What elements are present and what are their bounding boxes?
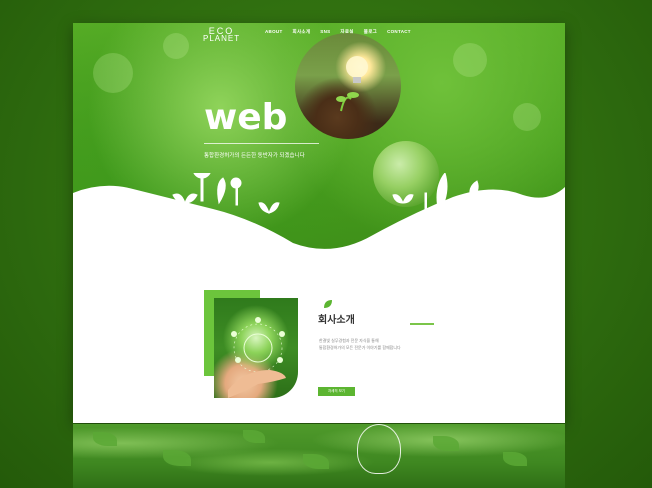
bokeh-light	[163, 33, 189, 59]
logo-line2: PLANET	[203, 34, 241, 43]
leaf-decoration	[503, 452, 527, 466]
bokeh-light	[513, 103, 541, 131]
nav-item-sns[interactable]: SNS	[320, 29, 330, 35]
leaf-decoration	[303, 454, 329, 469]
about-text-line1: 한결빛 실무경험과 전문 자식을 통해	[319, 338, 379, 343]
hero-section: ECO PLANET ABOUT 회사소개 SNS 자료실 블로그 CONTAC…	[73, 23, 565, 263]
hero-title: web	[204, 97, 288, 138]
leaf-decoration	[93, 432, 117, 446]
hero-subtitle: 통합환경허가의 든든한 동반자가 되겠습니다	[204, 153, 305, 159]
website-mockup: ECO PLANET ABOUT 회사소개 SNS 자료실 블로그 CONTAC…	[73, 23, 565, 423]
bulb-plant-icon	[336, 56, 368, 112]
hero-divider	[204, 143, 319, 144]
bokeh-light	[93, 53, 133, 93]
leaf-icon	[324, 300, 332, 308]
about-divider	[410, 323, 434, 325]
about-photo	[214, 298, 298, 398]
about-text-line2: 통합환경허가의 모든 전문가 이야기를 함께합니다	[319, 345, 401, 350]
hero-wave	[73, 173, 565, 263]
nav-item-blog[interactable]: 블로그	[364, 29, 377, 35]
about-more-button[interactable]: 자세히 보기	[318, 387, 355, 396]
logo[interactable]: ECO PLANET	[203, 27, 240, 43]
globe-hand-icon	[228, 317, 286, 398]
hero-photo-circle	[295, 33, 401, 139]
nav-item-company[interactable]: 회사소개	[293, 29, 311, 35]
bottom-leaf-strip	[73, 424, 565, 488]
bulb-icon	[357, 424, 401, 474]
about-description: 한결빛 실무경험과 전문 자식을 통해 통합환경허가의 모든 전문가 이야기를 …	[319, 337, 401, 351]
leaf-decoration	[163, 450, 191, 466]
leaf-decoration	[433, 436, 459, 451]
nav-item-about[interactable]: ABOUT	[265, 29, 283, 35]
nav-item-contact[interactable]: CONTACT	[387, 29, 411, 35]
leaf-decoration	[243, 430, 265, 443]
about-title: 회사소개	[318, 315, 355, 326]
bokeh-light	[453, 43, 487, 77]
